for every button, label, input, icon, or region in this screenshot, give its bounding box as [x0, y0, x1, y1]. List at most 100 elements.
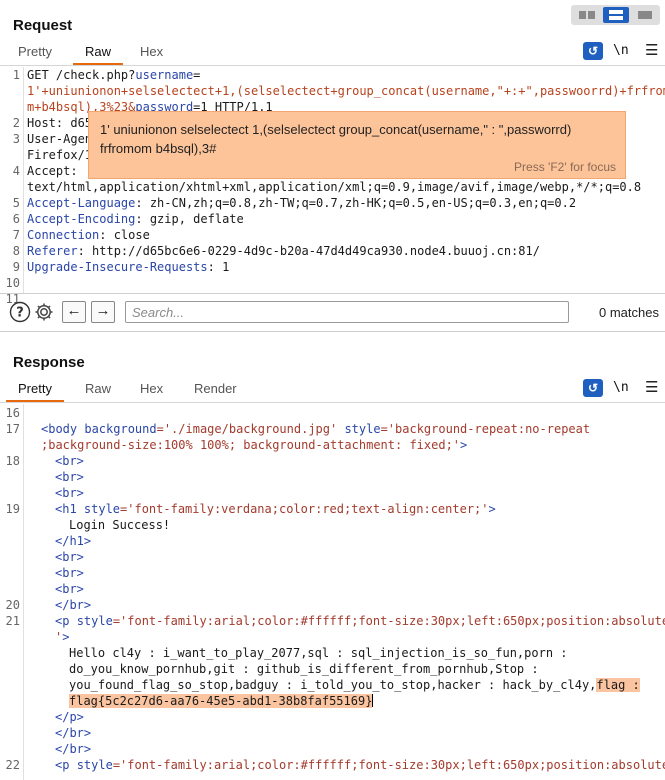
- request-title: Request: [13, 17, 73, 34]
- request-editor[interactable]: 1 GET /check.php?username= 1'+uniunionon+s…: [0, 67, 665, 306]
- response-line-number: 16: [5, 406, 20, 420]
- code-token: ='font-family:verdana;color:red;text-ali…: [120, 502, 489, 516]
- response-line-code: Hello cl4y : i_want_to_play_2077,sql : s…: [69, 645, 568, 661]
- response-tab-render[interactable]: Render: [190, 379, 241, 403]
- request-tab-divider: [0, 65, 665, 66]
- response-line: </br>: [0, 741, 665, 757]
- code-token: Login Success!: [69, 518, 171, 532]
- code-token: <br>: [55, 550, 84, 564]
- response-line: <br>: [0, 485, 665, 501]
- code-token: background: [84, 422, 157, 436]
- response-line-code: </h1>: [55, 533, 91, 549]
- code-token: Referer: [27, 244, 78, 258]
- code-token: style: [344, 422, 381, 436]
- response-line-code: </br>: [55, 597, 91, 613]
- newline-toggle[interactable]: \n: [613, 42, 633, 60]
- code-token: do_you_know_pornhub,git : github_is_diff…: [69, 662, 539, 676]
- code-token: >: [488, 502, 496, 516]
- code-token: >: [460, 438, 468, 452]
- code-token: flag :: [596, 678, 640, 692]
- code-token: style: [76, 758, 113, 772]
- request-tab-raw[interactable]: Raw: [72, 42, 124, 66]
- request-line-number: 6: [12, 212, 20, 226]
- response-line-number: 19: [5, 502, 20, 516]
- response-line-number: 18: [5, 454, 20, 468]
- response-line: 21 <p style='font-family:arial;color:#fff…: [0, 613, 665, 629]
- request-line-code: User-Agen: [27, 131, 92, 147]
- request-line: 10: [0, 275, 665, 291]
- response-line: <br>: [0, 549, 665, 565]
- response-wrap-lines-icon[interactable]: ↺: [583, 379, 603, 397]
- arrow-left-icon[interactable]: ←: [62, 301, 86, 323]
- code-token: </br>: [55, 598, 92, 612]
- response-tab-raw[interactable]: Raw: [81, 379, 115, 403]
- code-token: 1'+uniunionon+selselectect+1,(selselecte…: [27, 84, 665, 98]
- code-token: : zh-CN,zh;q=0.8,zh-TW;q=0.7,zh-HK;q=0.5…: [135, 196, 577, 210]
- request-line-code: text/html,application/xhtml+xml,applicat…: [27, 179, 641, 195]
- text-caret: [372, 694, 374, 707]
- code-token: flag{5c2c27d6-aa76-45e5-abd1-38b8faf5516…: [69, 694, 373, 708]
- code-token: you_found_flag_so_stop,badguy : i_told_y…: [69, 678, 597, 692]
- response-line: </br>: [0, 725, 665, 741]
- help-icon[interactable]: ?: [9, 301, 31, 323]
- response-tab-pretty[interactable]: Pretty: [6, 379, 64, 403]
- search-bottom-divider: [0, 331, 665, 332]
- response-line: 16: [0, 405, 665, 421]
- response-title: Response: [13, 354, 85, 371]
- code-token: Accept-Language: [27, 196, 136, 210]
- menu-icon[interactable]: ☰: [645, 42, 665, 60]
- response-menu-icon[interactable]: ☰: [645, 379, 665, 397]
- response-line: </p>: [0, 709, 665, 725]
- settings-gear-icon[interactable]: [33, 301, 55, 323]
- code-token: ='font-family:arial;color:#ffffff;font-s…: [112, 758, 665, 772]
- code-token: <br>: [55, 582, 84, 596]
- response-tab-hex[interactable]: Hex: [136, 379, 167, 403]
- request-line-code: Firefox/1: [27, 147, 92, 163]
- request-line: 1 GET /check.php?username=: [0, 67, 665, 83]
- response-tab-divider: [0, 402, 665, 403]
- response-line: Login Success!: [0, 517, 665, 533]
- request-line-number: 8: [12, 244, 20, 258]
- code-token: : gzip, deflate: [135, 212, 244, 226]
- request-tab-hex[interactable]: Hex: [136, 42, 167, 66]
- code-token: User-Agen: [27, 132, 93, 146]
- search-bar: ? ← → 0 matches: [0, 296, 665, 330]
- split-horizontal-icon[interactable]: [574, 7, 600, 23]
- wrap-lines-icon[interactable]: ↺: [583, 42, 603, 60]
- request-line-number: 9: [12, 260, 20, 274]
- code-token: Host: d65: [27, 116, 93, 130]
- request-tab-pretty[interactable]: Pretty: [14, 42, 56, 66]
- request-bottom-divider: [0, 293, 665, 294]
- response-line-number: 17: [5, 422, 20, 436]
- request-line: 6 Accept-Encoding: gzip, deflate: [0, 211, 665, 227]
- request-line-code: Accept-Language: zh-CN,zh;q=0.8,zh-TW;q=…: [27, 195, 576, 211]
- decoded-tooltip: 1' uniunionon selselectect 1,(selselecte…: [88, 111, 626, 179]
- response-newline-toggle[interactable]: \n: [613, 379, 633, 397]
- single-pane-icon[interactable]: [632, 7, 658, 23]
- code-token: <p: [55, 758, 77, 772]
- svg-text:?: ?: [16, 306, 24, 321]
- search-input[interactable]: [125, 301, 569, 323]
- code-token: <body: [41, 422, 85, 436]
- code-token: ='./image/background.jpg': [156, 422, 345, 436]
- tooltip-text: 1' uniunionon selselectect 1,(selselecte…: [100, 122, 572, 156]
- response-line: you_found_flag_so_stop,badguy : i_told_y…: [0, 677, 665, 693]
- response-line-code: <br>: [55, 485, 84, 501]
- response-line-code: <p style='font-family:arial;color:#fffff…: [55, 613, 665, 629]
- response-line-code: '>: [55, 629, 69, 645]
- request-line: text/html,application/xhtml+xml,applicat…: [0, 179, 665, 195]
- request-line-code: Host: d65: [27, 115, 92, 131]
- arrow-right-icon[interactable]: →: [91, 301, 115, 323]
- code-token: Accept-Encoding: [27, 212, 136, 226]
- response-editor[interactable]: 16 17 <body background='./image/background…: [0, 404, 665, 780]
- code-token: </br>: [55, 742, 92, 756]
- split-vertical-icon[interactable]: [603, 7, 629, 23]
- request-line-code: Connection: close: [27, 227, 150, 243]
- code-token: : http://d65bc6e6-0229-4d9c-b20a-47d4d49…: [77, 244, 540, 258]
- code-token: GET /check.php?: [27, 68, 136, 82]
- response-line: Hello cl4y : i_want_to_play_2077,sql : s…: [0, 645, 665, 661]
- request-line: 1'+uniunionon+selselectect+1,(selselecte…: [0, 83, 665, 99]
- response-line-code: <br>: [55, 565, 84, 581]
- code-token: ='font-family:arial;color:#ffffff;font-s…: [112, 614, 665, 628]
- response-line: 17 <body background='./image/background.j…: [0, 421, 665, 437]
